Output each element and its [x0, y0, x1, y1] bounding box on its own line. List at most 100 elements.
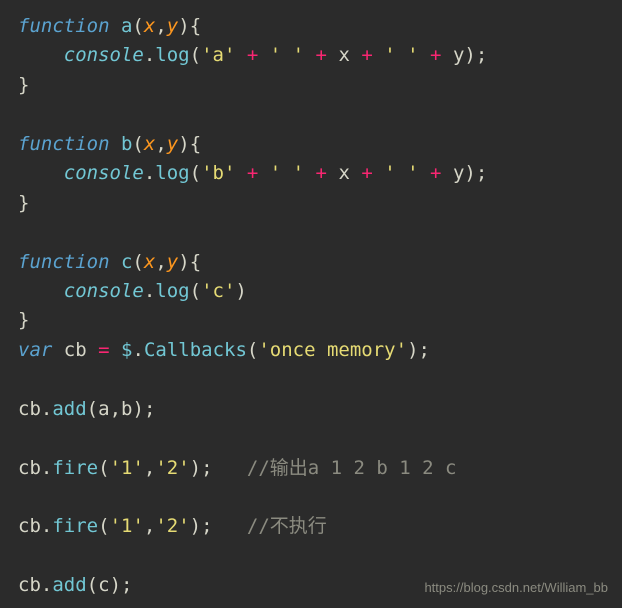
dot: . [41, 398, 52, 420]
add-method: add [52, 574, 86, 596]
lparen: ( [132, 251, 143, 273]
lparen: ( [190, 280, 201, 302]
keyword-function: function [18, 133, 110, 155]
var-cb: cb [64, 339, 87, 361]
rparen: ) [464, 44, 475, 66]
comment-output: //输出a 1 2 b 1 2 c [247, 457, 457, 479]
rparen: ) [132, 398, 143, 420]
rbrace: } [18, 74, 29, 96]
string-once-memory: 'once memory' [258, 339, 407, 361]
var-x: x [338, 44, 349, 66]
lparen: ( [98, 515, 109, 537]
rparen: ) [178, 15, 189, 37]
add-method: add [52, 398, 86, 420]
lparen: ( [132, 133, 143, 155]
plus-op: + [316, 162, 327, 184]
rparen: ) [235, 280, 246, 302]
rparen: ) [190, 457, 201, 479]
string-a: 'a' [201, 44, 235, 66]
lparen: ( [87, 398, 98, 420]
log-method: log [155, 162, 189, 184]
console-obj: console [64, 162, 144, 184]
lparen: ( [87, 574, 98, 596]
var-y: y [453, 162, 464, 184]
arg-c: c [98, 574, 109, 596]
dot: . [144, 162, 155, 184]
console-obj: console [64, 280, 144, 302]
eq-op: = [98, 339, 109, 361]
comma: , [155, 15, 166, 37]
plus-op: + [430, 44, 441, 66]
var-x: x [338, 162, 349, 184]
callbacks-method: Callbacks [144, 339, 247, 361]
lparen: ( [98, 457, 109, 479]
plus-op: + [361, 162, 372, 184]
plus-op: + [316, 44, 327, 66]
dot: . [144, 44, 155, 66]
string-1: '1' [110, 457, 144, 479]
function-name-c: c [121, 251, 132, 273]
function-name-a: a [121, 15, 132, 37]
rparen: ) [178, 251, 189, 273]
dot: . [144, 280, 155, 302]
string-2: '2' [155, 515, 189, 537]
semi: ; [121, 574, 132, 596]
lbrace: { [190, 251, 201, 273]
rparen: ) [178, 133, 189, 155]
semi: ; [476, 44, 487, 66]
comment-noexec: //不执行 [247, 515, 327, 537]
semi: ; [476, 162, 487, 184]
rbrace: } [18, 192, 29, 214]
plus-op: + [247, 162, 258, 184]
param-y: y [167, 133, 178, 155]
dot: . [132, 339, 143, 361]
lparen: ( [247, 339, 258, 361]
string-c: 'c' [201, 280, 235, 302]
rparen: ) [190, 515, 201, 537]
cb-obj: cb [18, 515, 41, 537]
dollar: $ [121, 339, 132, 361]
watermark: https://blog.csdn.net/William_bb [424, 578, 608, 598]
cb-obj: cb [18, 457, 41, 479]
keyword-function: function [18, 15, 110, 37]
lparen: ( [190, 44, 201, 66]
plus-op: + [430, 162, 441, 184]
rparen: ) [110, 574, 121, 596]
rparen: ) [464, 162, 475, 184]
rbrace: } [18, 309, 29, 331]
comma: , [155, 133, 166, 155]
lparen: ( [132, 15, 143, 37]
comma: , [144, 515, 155, 537]
function-name-b: b [121, 133, 132, 155]
log-method: log [155, 280, 189, 302]
code-block: function a(x,y){ console.log('a' + ' ' +… [18, 12, 604, 601]
comma: , [155, 251, 166, 273]
semi: ; [201, 515, 212, 537]
lbrace: { [190, 133, 201, 155]
dot: . [41, 457, 52, 479]
param-y: y [167, 251, 178, 273]
string-space: ' ' [270, 162, 304, 184]
string-space: ' ' [384, 44, 418, 66]
dot: . [41, 515, 52, 537]
semi: ; [201, 457, 212, 479]
param-x: x [144, 15, 155, 37]
keyword-var: var [18, 339, 52, 361]
arg-a: a [98, 398, 109, 420]
arg-b: b [121, 398, 132, 420]
param-x: x [144, 133, 155, 155]
lparen: ( [190, 162, 201, 184]
comma: , [110, 398, 121, 420]
fire-method: fire [52, 515, 98, 537]
comma: , [144, 457, 155, 479]
semi: ; [144, 398, 155, 420]
string-b: 'b' [201, 162, 235, 184]
plus-op: + [361, 44, 372, 66]
lbrace: { [190, 15, 201, 37]
cb-obj: cb [18, 574, 41, 596]
string-space: ' ' [384, 162, 418, 184]
rparen: ) [407, 339, 418, 361]
log-method: log [155, 44, 189, 66]
param-y: y [167, 15, 178, 37]
string-1: '1' [110, 515, 144, 537]
